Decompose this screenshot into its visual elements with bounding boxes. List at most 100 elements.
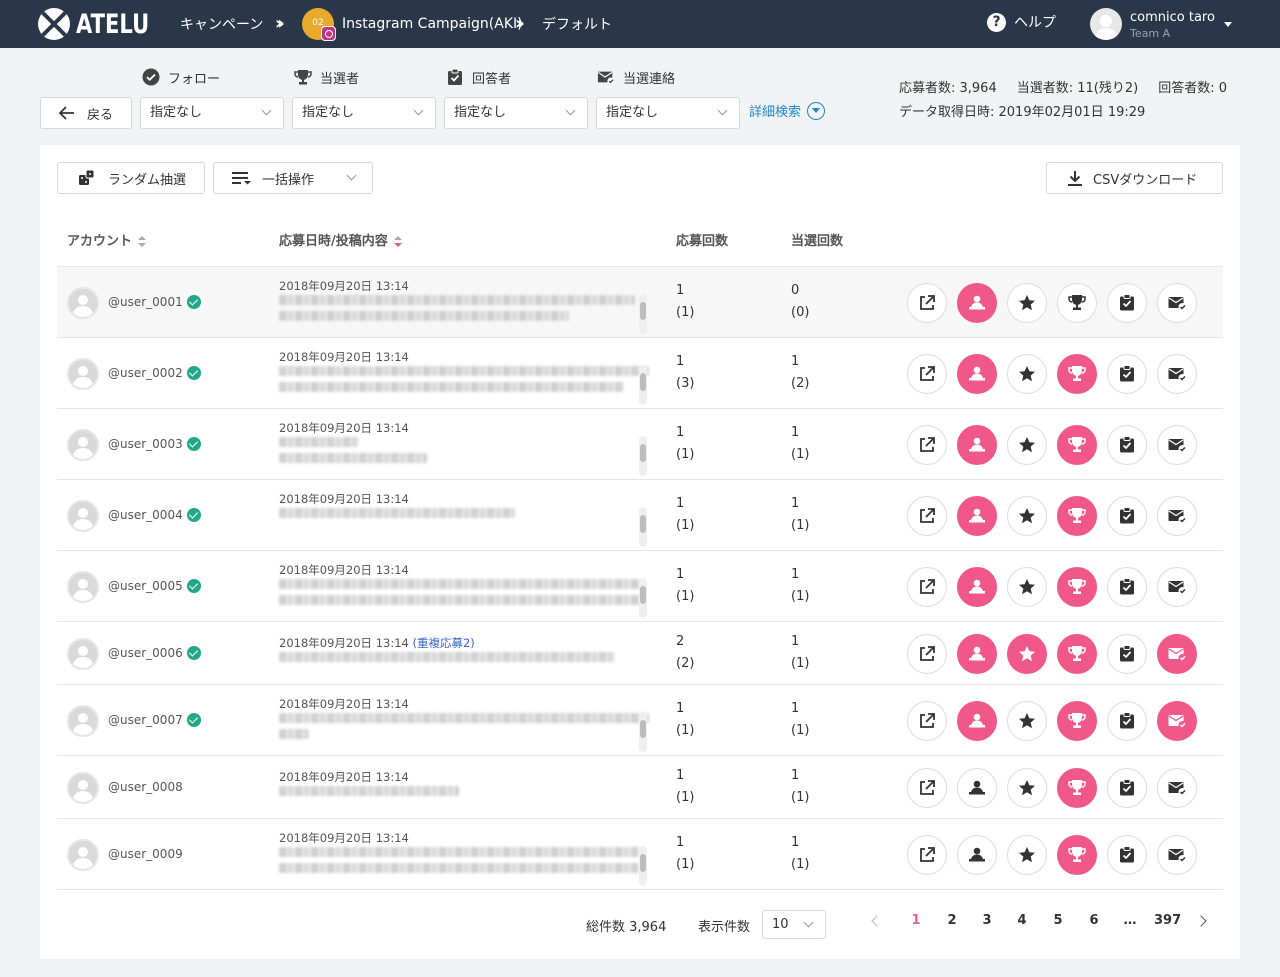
atelu-logo[interactable]: ATELU [38, 8, 170, 40]
entry-button[interactable] [957, 700, 997, 741]
account-name[interactable]: @user_0006 [108, 645, 201, 660]
favorite-button[interactable] [1007, 353, 1047, 394]
per-page-select[interactable]: 10 [762, 910, 826, 939]
help-link[interactable]: ? ヘルプ [987, 12, 1056, 32]
entry-button[interactable] [957, 633, 997, 674]
bulk-operations-dropdown[interactable]: 一括操作 [213, 162, 373, 194]
filter-respondent-select[interactable]: 指定なし [444, 97, 588, 129]
post-scrollbar[interactable] [639, 507, 647, 547]
column-header-account[interactable]: アカウント [67, 230, 147, 249]
column-post-label: 応募日時/投稿内容 [279, 234, 388, 249]
page-link-5[interactable]: 5 [1048, 913, 1068, 928]
post-scrollbar[interactable] [639, 712, 647, 752]
apply-count: 2 [676, 633, 685, 649]
star-icon [1019, 365, 1035, 381]
account-name[interactable]: @user_0008 [108, 780, 183, 794]
open-post-button[interactable] [907, 566, 947, 607]
favorite-button[interactable] [1007, 424, 1047, 465]
account-name[interactable]: @user_0002 [108, 365, 201, 380]
notify-button[interactable] [1157, 767, 1197, 808]
answer-button[interactable] [1107, 767, 1147, 808]
answer-button[interactable] [1107, 566, 1147, 607]
winner-button[interactable] [1057, 566, 1097, 607]
account-name[interactable]: @user_0007 [108, 712, 201, 727]
account-name[interactable]: @user_0009 [108, 847, 183, 861]
advanced-search-toggle[interactable]: 詳細検索 [749, 101, 826, 120]
page-link-6[interactable]: 6 [1084, 913, 1104, 928]
page-link-397[interactable]: 397 [1154, 913, 1181, 928]
notify-button[interactable] [1157, 424, 1197, 465]
entry-button[interactable] [957, 282, 997, 323]
notify-button[interactable] [1157, 700, 1197, 741]
open-post-button[interactable] [907, 700, 947, 741]
notify-button[interactable] [1157, 353, 1197, 394]
open-post-button[interactable] [907, 767, 947, 808]
account-name[interactable]: @user_0001 [108, 294, 201, 309]
apply-count-total: (1) [676, 722, 695, 738]
open-post-button[interactable] [907, 633, 947, 674]
entry-button[interactable] [957, 834, 997, 875]
account-name[interactable]: @user_0004 [108, 507, 201, 522]
user-menu[interactable]: comnico taro Team A [1090, 8, 1240, 40]
filter-follow-select[interactable]: 指定なし [140, 97, 284, 129]
page-link-4[interactable]: 4 [1012, 913, 1032, 928]
favorite-button[interactable] [1007, 700, 1047, 741]
winner-button[interactable] [1057, 633, 1097, 674]
answer-button[interactable] [1107, 282, 1147, 323]
answer-button[interactable] [1107, 700, 1147, 741]
notify-button[interactable] [1157, 566, 1197, 607]
notify-button[interactable] [1157, 282, 1197, 323]
winner-button[interactable] [1057, 282, 1097, 323]
winner-button[interactable] [1057, 424, 1097, 465]
random-draw-button[interactable]: ランダム抽選 [57, 162, 205, 194]
post-scrollbar[interactable] [639, 294, 647, 334]
post-scrollbar[interactable] [639, 846, 647, 886]
entry-button[interactable] [957, 424, 997, 465]
answer-button[interactable] [1107, 424, 1147, 465]
answer-button[interactable] [1107, 353, 1147, 394]
open-post-button[interactable] [907, 424, 947, 465]
page-link-1[interactable]: 1 [906, 913, 926, 928]
account-name[interactable]: @user_0003 [108, 436, 201, 451]
page-link-2[interactable]: 2 [942, 913, 962, 928]
account-name[interactable]: @user_0005 [108, 578, 201, 593]
entry-button[interactable] [957, 353, 997, 394]
favorite-button[interactable] [1007, 767, 1047, 808]
back-button[interactable]: 戻る [40, 97, 132, 129]
notify-button[interactable] [1157, 834, 1197, 875]
favorite-button[interactable] [1007, 633, 1047, 674]
entry-button[interactable] [957, 566, 997, 607]
entry-button[interactable] [957, 767, 997, 808]
favorite-button[interactable] [1007, 566, 1047, 607]
notify-button[interactable] [1157, 495, 1197, 536]
favorite-button[interactable] [1007, 282, 1047, 323]
answer-button[interactable] [1107, 633, 1147, 674]
answer-button[interactable] [1107, 495, 1147, 536]
favorite-button[interactable] [1007, 834, 1047, 875]
filter-winner-select[interactable]: 指定なし [292, 97, 436, 129]
notify-button[interactable] [1157, 633, 1197, 674]
breadcrumb-campaigns[interactable]: キャンペーン [180, 0, 263, 48]
favorite-button[interactable] [1007, 495, 1047, 536]
open-post-button[interactable] [907, 495, 947, 536]
duplicate-entry-link[interactable]: (重複応募2) [413, 636, 475, 650]
winner-button[interactable] [1057, 834, 1097, 875]
open-post-button[interactable] [907, 353, 947, 394]
entry-person-icon [969, 847, 985, 861]
page-link-3[interactable]: 3 [977, 913, 997, 928]
open-post-button[interactable] [907, 834, 947, 875]
post-scrollbar[interactable] [639, 578, 647, 618]
winner-button[interactable] [1057, 353, 1097, 394]
winner-button[interactable] [1057, 767, 1097, 808]
filter-notify-select[interactable]: 指定なし [596, 97, 740, 129]
answer-button[interactable] [1107, 834, 1147, 875]
column-header-post[interactable]: 応募日時/投稿内容 [279, 230, 402, 249]
breadcrumb-campaign-name[interactable]: Instagram Campaign(AKI) [342, 0, 523, 48]
open-post-button[interactable] [907, 282, 947, 323]
entry-button[interactable] [957, 495, 997, 536]
post-scrollbar[interactable] [639, 365, 647, 405]
csv-download-button[interactable]: CSVダウンロード [1046, 162, 1223, 194]
winner-button[interactable] [1057, 700, 1097, 741]
winner-button[interactable] [1057, 495, 1097, 536]
post-scrollbar[interactable] [639, 436, 647, 476]
